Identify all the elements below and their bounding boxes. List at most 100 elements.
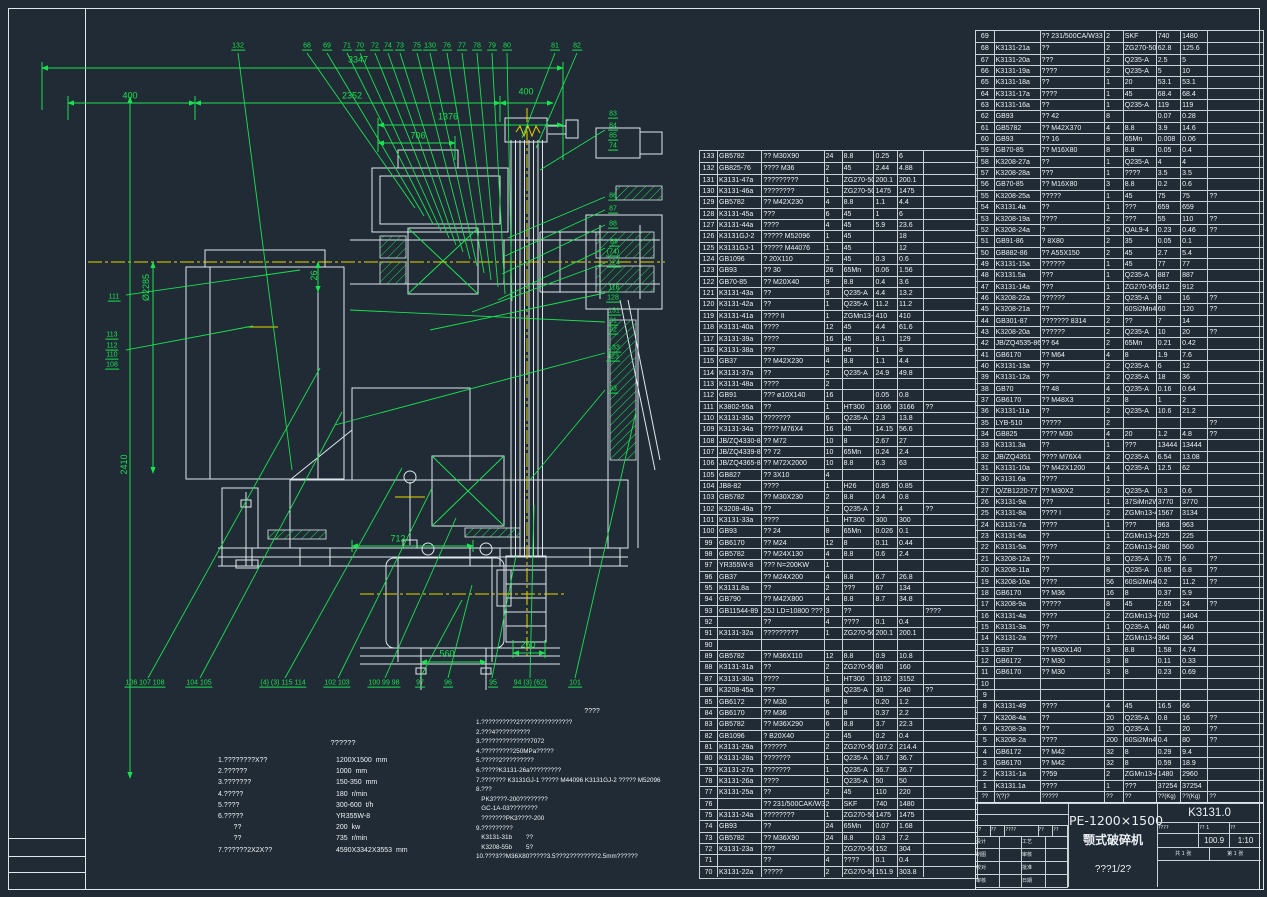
bom-cell: 3.7 [874, 718, 898, 729]
bom-cell: 21 [976, 553, 995, 564]
bom-cell: JB/ZQ4535-86 [995, 337, 1041, 348]
bom-cell: 0.07 [874, 820, 898, 831]
bom-cell: 128 [700, 208, 718, 219]
bom-cell: 8 [1124, 349, 1157, 360]
bom-cell: 200.1 [898, 627, 924, 638]
bom-row: 116K3131-38a???84518 [700, 344, 977, 355]
bom-cell: K3131-6a [995, 530, 1041, 541]
bom-cell: 25J LD=10800 ??? [762, 605, 824, 616]
spec-item: 5.????300-600 t/h [218, 800, 468, 811]
bom-cell: K3208-10a [995, 576, 1041, 587]
bom-cell: 4 [1157, 156, 1181, 167]
bom-cell [924, 151, 977, 162]
bom-cell: 0.24 [874, 446, 898, 457]
bom-cell: ???? II [762, 310, 824, 321]
bom-cell: 8.8 [1124, 644, 1157, 655]
bom-cell [924, 344, 977, 355]
bom-cell: 24.9 [874, 367, 898, 378]
bom-cell: 14 [976, 632, 995, 643]
bom-header-row: ?? ?(?)? ????? ?? ?? ??(Kg) ??(Kg) ?? [976, 791, 1263, 802]
bom-cell: ?? M42 [1041, 746, 1106, 757]
bom-cell [924, 627, 977, 638]
bom-cell: 131 [700, 174, 718, 185]
bom-cell: 2 [1105, 337, 1124, 348]
bom-cell: 83 [700, 718, 718, 729]
bom-cell: K3131-19a [995, 65, 1041, 76]
bom-cell: 0.6 [1181, 178, 1208, 189]
bom-cell: 37254 [1181, 780, 1208, 791]
bom-cell: 3 [1105, 666, 1124, 677]
bom-cell [1157, 689, 1181, 700]
bom-cell: GB1096 [718, 253, 762, 264]
bom-cell: 912 [1157, 281, 1181, 292]
bom-cell: 2 [1105, 315, 1124, 326]
bom-cell: 2.2 [898, 707, 924, 718]
bom-cell: 200.1 [898, 174, 924, 185]
bom-cell: 1 [1105, 156, 1124, 167]
bom-cell: 13 [976, 644, 995, 655]
bom-cell [924, 718, 977, 729]
bom-row: 16K3131-4a????2ZGMn13-47021404 [976, 610, 1263, 621]
bom-cell: 6 [825, 208, 843, 219]
balloon-label: 82 [572, 43, 582, 51]
bom-cell: 2 [825, 378, 843, 389]
bom-cell: Q235-A [1124, 383, 1157, 394]
bom-row: 70K3131-22a?????2ZG270-500151.9303.8 [700, 866, 977, 877]
bom-header-cell: ?? [1105, 791, 1124, 802]
bom-cell [995, 678, 1041, 689]
bom-row: 111K3802-55a??1HT30031663166?? [700, 401, 977, 412]
bom-cell: 4 [825, 196, 843, 207]
bom-cell: 65Mn [843, 820, 875, 831]
bom-cell [924, 741, 977, 752]
bom-cell [924, 525, 977, 536]
bom-cell: SKF [843, 798, 875, 809]
bom-cell: K3131-16a [995, 99, 1041, 110]
bom-cell [718, 616, 762, 627]
bom-cell: ?? [1041, 371, 1106, 382]
bom-cell [924, 786, 977, 797]
balloon-label: 130 [423, 43, 437, 51]
bom-cell: GB5782 [995, 122, 1041, 133]
bom-cell: ?? M30X140 [1041, 644, 1106, 655]
bom-cell: 0.75 [1157, 553, 1181, 564]
bom-cell: 2 [1105, 224, 1124, 235]
bom-cell: 19 [976, 576, 995, 587]
bom-cell: 64 [976, 88, 995, 99]
signature-label: 校对 [976, 862, 1000, 874]
bom-cell: 0.4 [898, 730, 924, 741]
bom-cell: 5.9 [874, 219, 898, 230]
bom-cell: ?????? [1041, 326, 1106, 337]
bom-cell [1181, 417, 1208, 428]
bom-cell: 32 [1105, 757, 1124, 768]
balloon-label: 95 [488, 680, 498, 688]
bom-cell: 1 [825, 559, 843, 570]
bom-cell [1208, 700, 1263, 711]
bom-cell: 63 [976, 99, 995, 110]
bom-row: 132GB825-76???? M362452.444.88 [700, 162, 977, 173]
balloon-label: 128 [606, 295, 620, 303]
bom-cell: ? 8X80 [1041, 235, 1106, 246]
bom-cell: HT300 [843, 401, 875, 412]
bom-cell: 30 [874, 684, 898, 695]
bom-row: 80K3131-28a???????1Q235-A36.736.7 [700, 752, 977, 763]
bom-cell: 4 [1105, 700, 1124, 711]
bearing-cross [408, 228, 504, 526]
bom-cell: 4 [825, 616, 843, 627]
bom-row: 103GB5782?? M30X23028.80.40.8 [700, 491, 977, 502]
bom-cell: ????????? [762, 174, 824, 185]
tech-note-line: 10.???3??M36X80?????3.5???2????????2.5mm… [476, 852, 708, 862]
bom-cell: ?? M64 [1041, 349, 1106, 360]
bom-cell: 45 [843, 423, 875, 434]
bom-cell: K3131GJ-2 [718, 230, 762, 241]
bom-cell: 8 [1157, 292, 1181, 303]
bom-cell [924, 809, 977, 820]
bom-cell: ?? [1041, 405, 1106, 416]
bom-row: 40K3131-13a??2Q235-A612 [976, 360, 1263, 371]
bom-cell [1208, 678, 1263, 689]
bom-cell: Q235-A [1124, 360, 1157, 371]
bom-cell: ??? [762, 684, 824, 695]
bom-row: 97YR355W-8??? N=200KW1 [700, 559, 977, 570]
bom-cell: ???? [762, 514, 824, 525]
bom-cell [924, 230, 977, 241]
signature-blank [1000, 875, 1022, 887]
